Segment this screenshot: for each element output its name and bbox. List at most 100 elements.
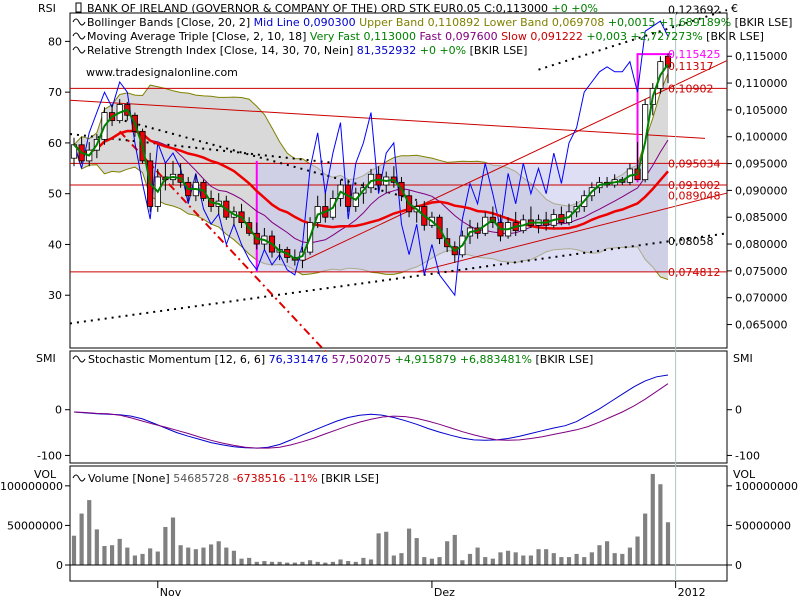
volume-bar (475, 547, 480, 565)
volume-bar (650, 473, 655, 565)
price-level-label: 0,11317 (668, 60, 714, 73)
volume-bar (559, 557, 564, 565)
legend-fragment: +0,003 +2,727273% (583, 30, 703, 43)
watermark: www.tradesignalonline.com (86, 66, 238, 79)
volume-bar (513, 552, 518, 565)
volume-bar (239, 558, 244, 565)
volume-bar (224, 547, 229, 565)
volume-left-axis-title: VOL (34, 468, 57, 481)
legend-fragment: -6738516 -11% (229, 472, 317, 485)
volume-bar (102, 546, 107, 565)
volume-bar (566, 557, 572, 565)
price-axis-label: 0,100000 (735, 131, 788, 144)
volume-bar (125, 547, 130, 565)
volume-bar (643, 513, 648, 565)
price-axis-label: 0,105000 (735, 104, 788, 117)
volume-bar (247, 557, 252, 565)
legend-fragment: Bollinger Bands [Close, 20, 2] (87, 16, 250, 29)
volume-bar (109, 545, 115, 565)
volume-bar (71, 535, 77, 565)
volume-axis-label: 50000000 (7, 519, 63, 532)
volume-bar (658, 484, 663, 565)
time-axis-label: Nov (160, 586, 182, 599)
volume-bar (574, 553, 579, 565)
rsi-axis-label: 40 (48, 238, 62, 251)
legend-fragment: Slow 0,091222 (498, 30, 583, 43)
legend-fragment: Lower Band 0,069708 (480, 16, 604, 29)
volume-bar (612, 553, 617, 565)
volume-bar (536, 549, 541, 565)
volume-bar (376, 533, 381, 565)
price-axis-label: 0,110000 (735, 77, 788, 90)
volume-bar (338, 559, 343, 565)
volume-axis-label: 100000000 (735, 480, 798, 493)
legend-fragment: [BKIR LSE] (466, 44, 527, 57)
volume-bar (597, 545, 602, 565)
legend-fragment: 76,331476 (265, 353, 328, 366)
volume-bar (163, 527, 168, 565)
candle-legend-icon (75, 2, 82, 13)
volume-bar (361, 557, 366, 565)
volume-bar (490, 558, 495, 565)
legend-fragment: Volume [None] (88, 472, 170, 485)
volume-bar (307, 560, 313, 565)
volume-right-axis-title: VOL (733, 468, 756, 481)
volume-bar (467, 553, 473, 565)
volume-bar (544, 549, 549, 565)
volume-bar (414, 538, 419, 565)
volume-bar (604, 541, 610, 565)
volume-bar (94, 529, 99, 565)
volume-bar (399, 553, 404, 565)
smi-axis-label: -100 (735, 449, 760, 462)
volume-bar (505, 550, 511, 565)
legend-fragment: [BKIR LSE] (731, 16, 792, 29)
volume-bar (186, 547, 191, 565)
volume-axis-label: 0 (56, 559, 63, 572)
rsi-axis-label: 60 (48, 137, 62, 150)
volume-bar (346, 561, 351, 565)
rsi-axis-label: 80 (48, 35, 62, 48)
volume-axis-label: 0 (735, 559, 742, 572)
volume-bar (178, 545, 183, 565)
volume-bar (551, 553, 556, 565)
legend-fragment: +4,915879 +6,883481% (391, 353, 532, 366)
chart-root: 0,1236920,1154250,113170,109020,0950340,… (0, 2, 798, 599)
legend-fragment: [BKIR LSE] (318, 472, 379, 485)
volume-bar (528, 555, 534, 565)
legend-fragment: +0 +0% (416, 44, 466, 57)
legend-fragment: [BKIR LSE] (532, 353, 593, 366)
volume-bar (262, 561, 267, 565)
legend-fragment: Upper Band 0,110892 (356, 16, 481, 29)
volume-bar (117, 538, 122, 565)
volume-bar (170, 517, 176, 565)
volume-legend: Volume [None] 54685728 -6738516 -11% [BK… (88, 472, 379, 485)
smi-left-axis-title: SMI (36, 352, 56, 365)
volume-bar (384, 531, 389, 565)
volume-bar (140, 553, 145, 565)
legend-fragment: [BKIR LSE] (703, 30, 764, 43)
legend-fragment: Mid Line 0,090300 (250, 16, 355, 29)
price-axis-label: 0,080000 (735, 238, 788, 251)
legend-fragment: 57,502075 (328, 353, 391, 366)
volume-bar (193, 549, 198, 565)
price-level-label: 0,10902 (668, 82, 714, 95)
price-axis-label: 0,115000 (735, 50, 788, 63)
volume-bar (429, 558, 435, 565)
price-axis-label: 0,075000 (735, 265, 788, 278)
smi-axis-label: 0 (735, 404, 742, 417)
smi-legend: Stochastic Momentum [12, 6, 6] 76,331476… (88, 353, 593, 366)
volume-bar (406, 528, 412, 565)
volume-bar (368, 559, 374, 565)
price-axis-label: 0,070000 (735, 292, 788, 305)
legend-fragment: Very Fast 0,113000 (306, 30, 416, 43)
volume-bar (391, 555, 396, 565)
volume-bar (460, 560, 465, 565)
volume-bar (132, 555, 138, 565)
smi-right-axis-title: SMI (733, 352, 753, 365)
legend-fragment: +0,0015 +1,689189% (604, 16, 731, 29)
legend-fragment: Relative Strength Index [Close, 14, 30, … (87, 44, 353, 57)
price-axis-label: 0,095000 (735, 158, 788, 171)
volume-bar (445, 541, 450, 565)
legend-fragment: 81,352932 (353, 44, 416, 57)
volume-bar (437, 557, 442, 565)
